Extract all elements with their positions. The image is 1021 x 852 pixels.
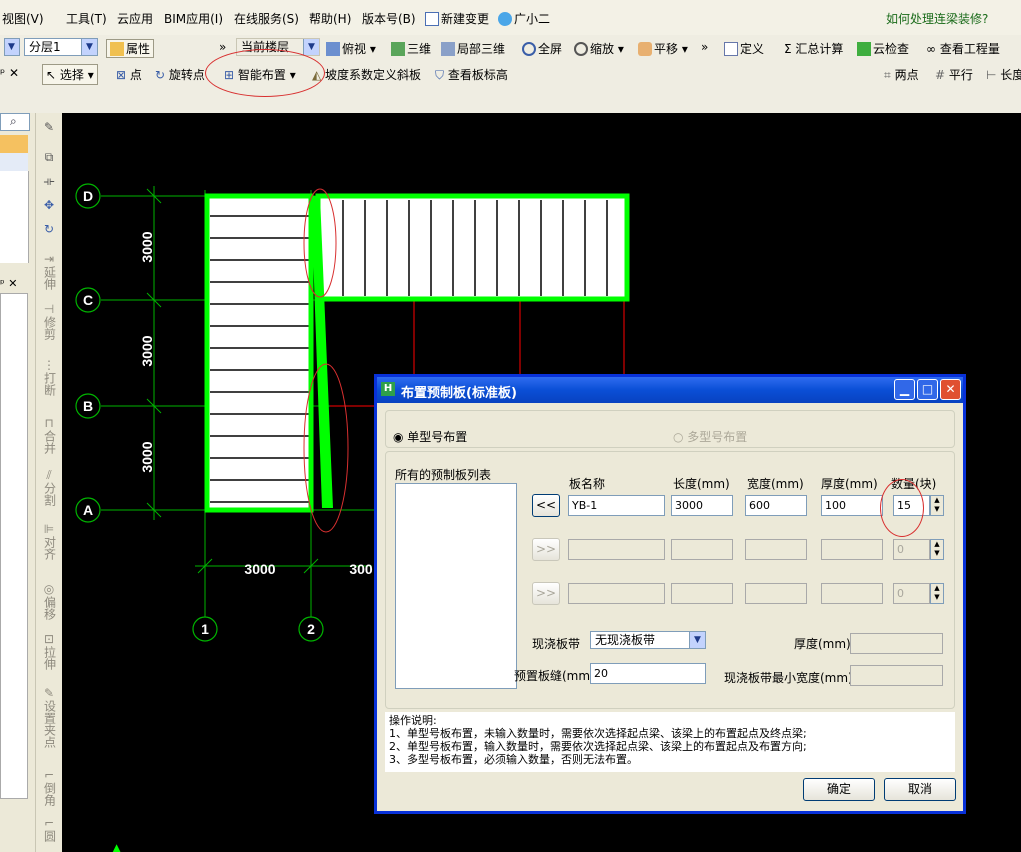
multi-mode-label: 多型号布置	[687, 430, 748, 444]
instruction-line: 3、多型号板布置，必须输入数量，否则无法布置。	[389, 753, 638, 766]
cast-band-label: 现浇板带	[532, 637, 581, 651]
col-name-header: 板名称	[569, 477, 606, 491]
axis-label-d: D	[83, 188, 93, 204]
instructions-title: 操作说明:	[389, 714, 437, 727]
min-width-label: 现浇板带最小宽度(mm)	[724, 671, 853, 685]
instruction-line: 1、单型号板布置，未输入数量时，需要依次选择起点梁、该梁上的布置起点及终点梁;	[389, 727, 807, 740]
slab-width-input[interactable]: 600	[745, 495, 807, 516]
annotation-ellipse	[880, 479, 924, 537]
dim-label-dc: 3000	[139, 231, 155, 262]
ok-button[interactable]: 确定	[803, 778, 875, 801]
dialog-title: 布置预制板(标准板)	[401, 386, 517, 401]
axis-label-2: 2	[307, 621, 315, 637]
slab-width-input-2[interactable]	[745, 539, 807, 560]
close-icon[interactable]: ✕	[940, 379, 961, 400]
dim-label-ba: 3000	[139, 441, 155, 472]
slab-left[interactable]	[208, 198, 312, 510]
count-spinner-3[interactable]: ▲ ▼	[930, 583, 944, 604]
cancel-button[interactable]: 取消	[884, 778, 956, 801]
single-mode-label: 单型号布置	[407, 430, 468, 444]
precast-slab-dialog: H 布置预制板(标准板) ▁ □ ✕ ◉ 单型号布置 ○ 多型号布置 所有的预制…	[374, 374, 966, 814]
slab-length-input-2[interactable]	[671, 539, 733, 560]
col-thickness-header: 厚度(mm)	[821, 477, 878, 491]
min-width-input[interactable]	[850, 665, 943, 686]
dim-label-12: 3000	[244, 561, 275, 577]
add-to-list-button[interactable]: <<	[532, 494, 560, 517]
app-icon: H	[381, 382, 395, 396]
slab-count-input-2[interactable]: 0	[893, 539, 930, 560]
slab-width-input-3[interactable]	[745, 583, 807, 604]
col-length-header: 长度(mm)	[673, 477, 730, 491]
remove-row2-button[interactable]: >>	[532, 538, 560, 561]
slab-length-input[interactable]: 3000	[671, 495, 733, 516]
minimize-icon[interactable]: ▁	[894, 379, 915, 400]
axis-label-b: B	[83, 398, 93, 414]
slab-name-input[interactable]: YB-1	[568, 495, 665, 516]
slab-thickness-input-2[interactable]	[821, 539, 883, 560]
axis-label-1: 1	[201, 621, 209, 637]
gap-label: 预置板缝(mm)	[514, 669, 595, 683]
dim-label-cb: 3000	[139, 335, 155, 366]
axis-label-a: A	[83, 502, 93, 518]
instructions-box: 操作说明: 1、单型号板布置，未输入数量时，需要依次选择起点梁、该梁上的布置起点…	[385, 712, 955, 772]
dialog-title-bar[interactable]: H 布置预制板(标准板) ▁ □ ✕	[377, 377, 963, 403]
slab-thickness-input-3[interactable]	[821, 583, 883, 604]
slab-list-title: 所有的预制板列表	[395, 468, 492, 482]
chevron-down-icon: ▼	[689, 632, 705, 648]
cast-band-select[interactable]: 无现浇板带 ▼	[590, 631, 706, 649]
count-spinner-2[interactable]: ▲ ▼	[930, 539, 944, 560]
gap-input[interactable]: 20	[590, 663, 706, 684]
slab-list[interactable]	[395, 483, 517, 689]
slab-name-input-2[interactable]	[568, 539, 665, 560]
axis-label-c: C	[83, 292, 93, 308]
slab-name-input-3[interactable]	[568, 583, 665, 604]
dim-label-2x: 300	[349, 561, 373, 577]
slab-count-input-3[interactable]: 0	[893, 583, 930, 604]
count-spinner[interactable]: ▲ ▼	[930, 495, 944, 516]
cast-band-value: 无现浇板带	[595, 633, 656, 647]
maximize-icon[interactable]: □	[917, 379, 938, 400]
col-width-header: 宽度(mm)	[747, 477, 804, 491]
multi-mode-radio[interactable]: ○ 多型号布置	[673, 428, 747, 445]
instruction-line: 2、单型号板布置，输入数量时，需要依次选择起点梁、该梁上的布置起点及布置方向;	[389, 740, 807, 753]
slab-length-input-3[interactable]	[671, 583, 733, 604]
mode-group	[385, 410, 955, 448]
ucs-icon: ▲	[112, 841, 122, 852]
remove-row3-button[interactable]: >>	[532, 582, 560, 605]
cast-thickness-input[interactable]	[850, 633, 943, 654]
single-mode-radio[interactable]: ◉ 单型号布置	[393, 428, 467, 445]
slab-thickness-input[interactable]: 100	[821, 495, 883, 516]
cast-thickness-label: 厚度(mm)	[794, 637, 851, 651]
